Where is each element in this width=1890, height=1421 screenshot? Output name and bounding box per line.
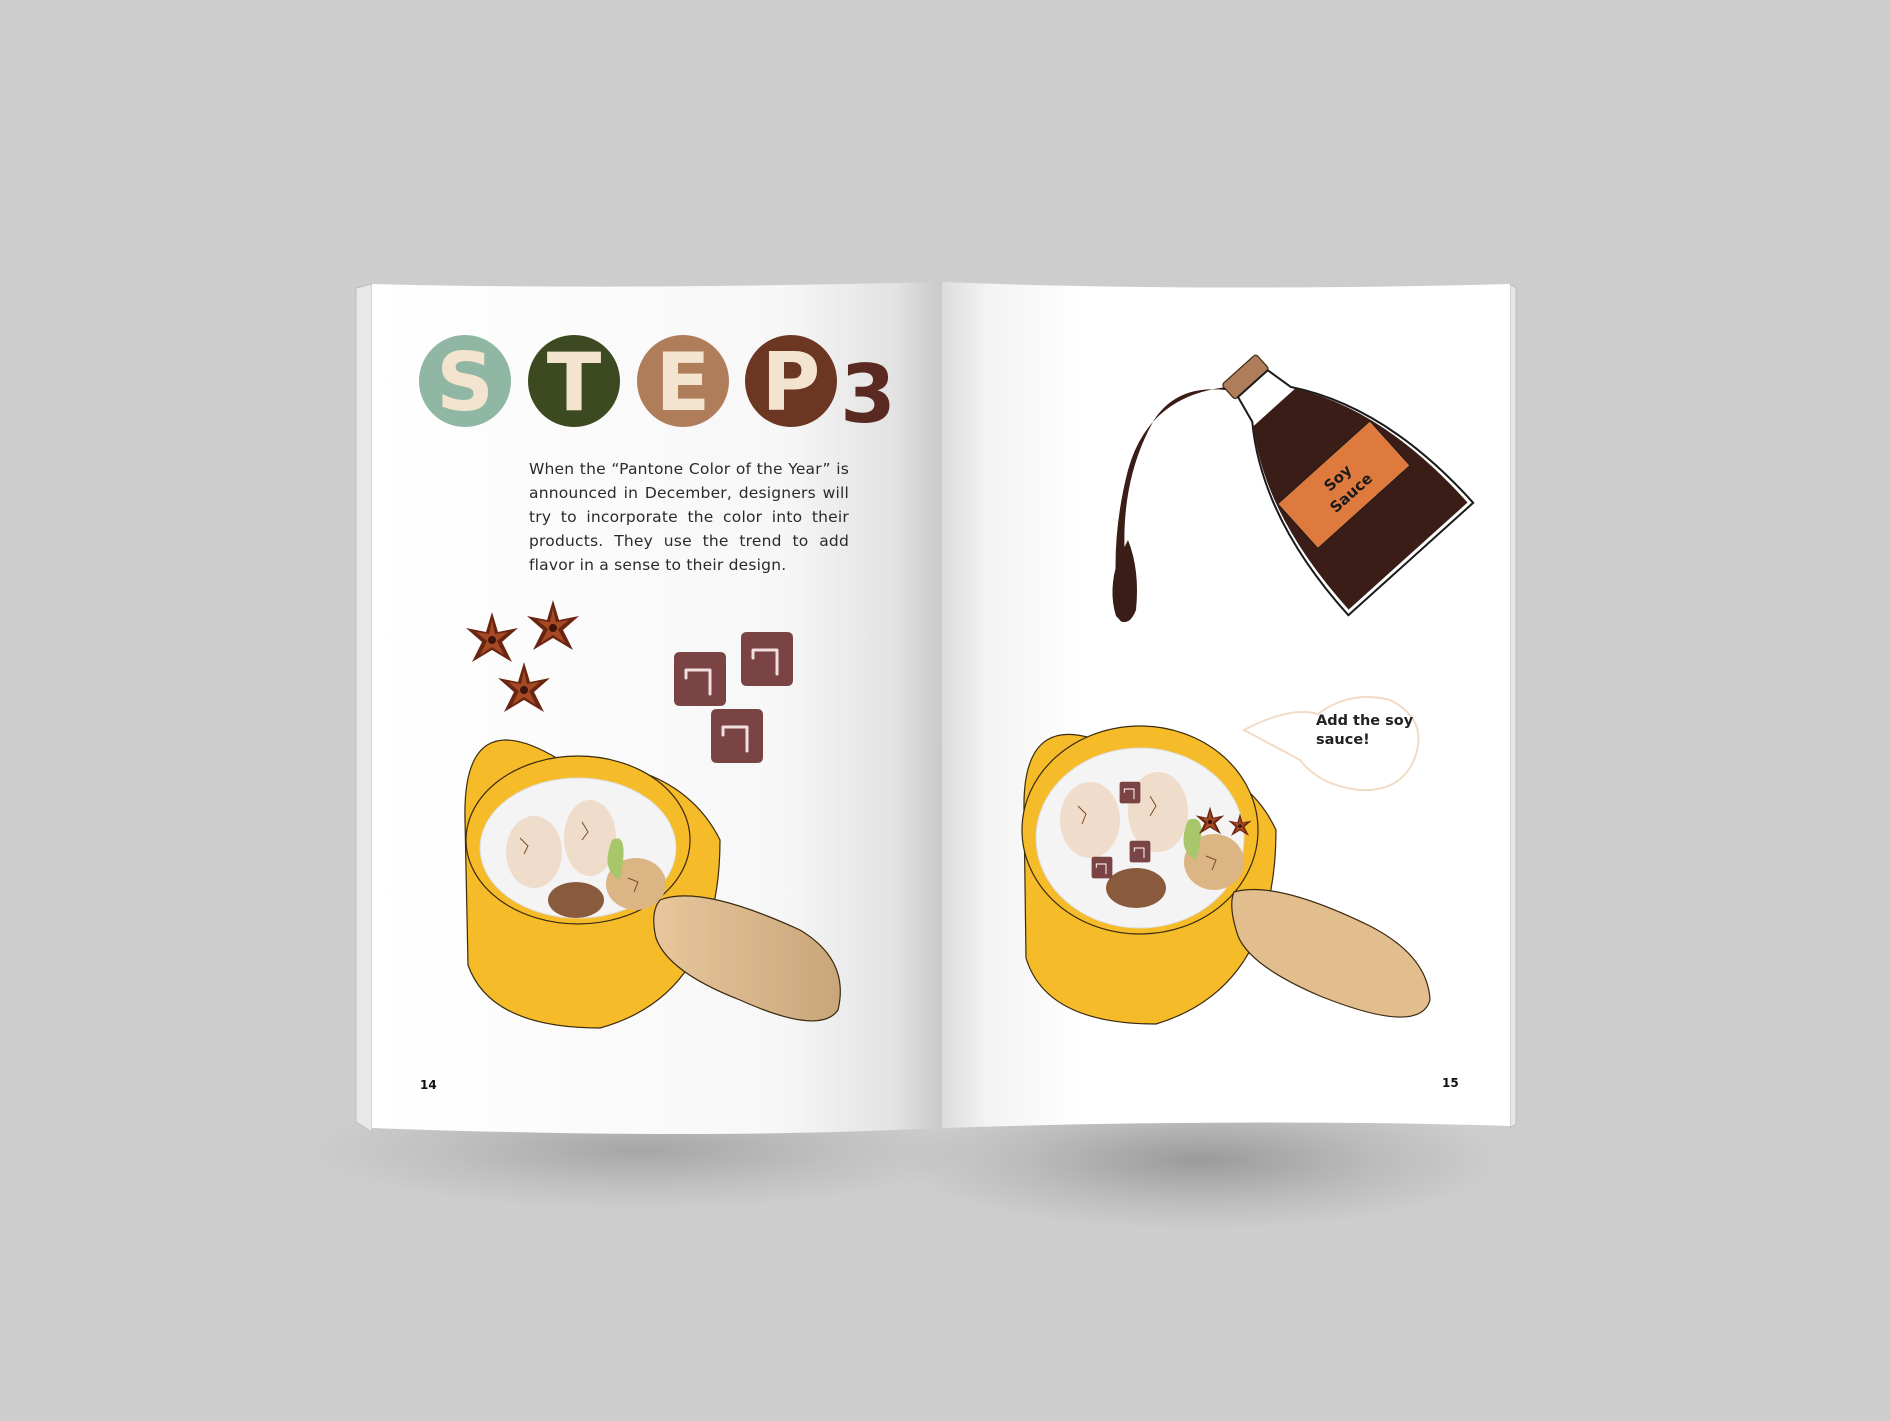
step-letter-e: E [656,336,711,429]
egg-icon [506,816,562,888]
mushroom-icon [548,882,604,918]
booklet-illustration: S T E P 3 Soy Sauce [310,282,1517,1230]
tofu-cube-icon [739,630,795,688]
page-number-left: 14 [420,1078,437,1092]
page-number-right: 15 [1442,1076,1459,1090]
tofu-cube-icon [672,650,728,708]
left-page-stack [355,283,373,1133]
tofu-cube-icon [1128,840,1152,864]
tofu-cube-icon [709,707,765,765]
mushroom-icon [1106,868,1166,908]
step-letter-t: T [547,336,602,429]
step-digit-3: 3 [840,348,896,441]
speech-bubble-text: Add the soy sauce! [1316,713,1414,748]
tofu-cube-icon [1090,856,1114,880]
step-letter-p: P [762,336,821,429]
tofu-cube-icon [1118,781,1142,805]
booklet-mockup-scene: S T E P 3 Soy Sauce [0,0,1890,1417]
egg-icon [1060,782,1120,858]
step-description: When the “Pantone Color of the Year” is … [529,460,849,574]
step-letter-s: S [436,336,494,429]
right-page-stack [1509,283,1517,1129]
